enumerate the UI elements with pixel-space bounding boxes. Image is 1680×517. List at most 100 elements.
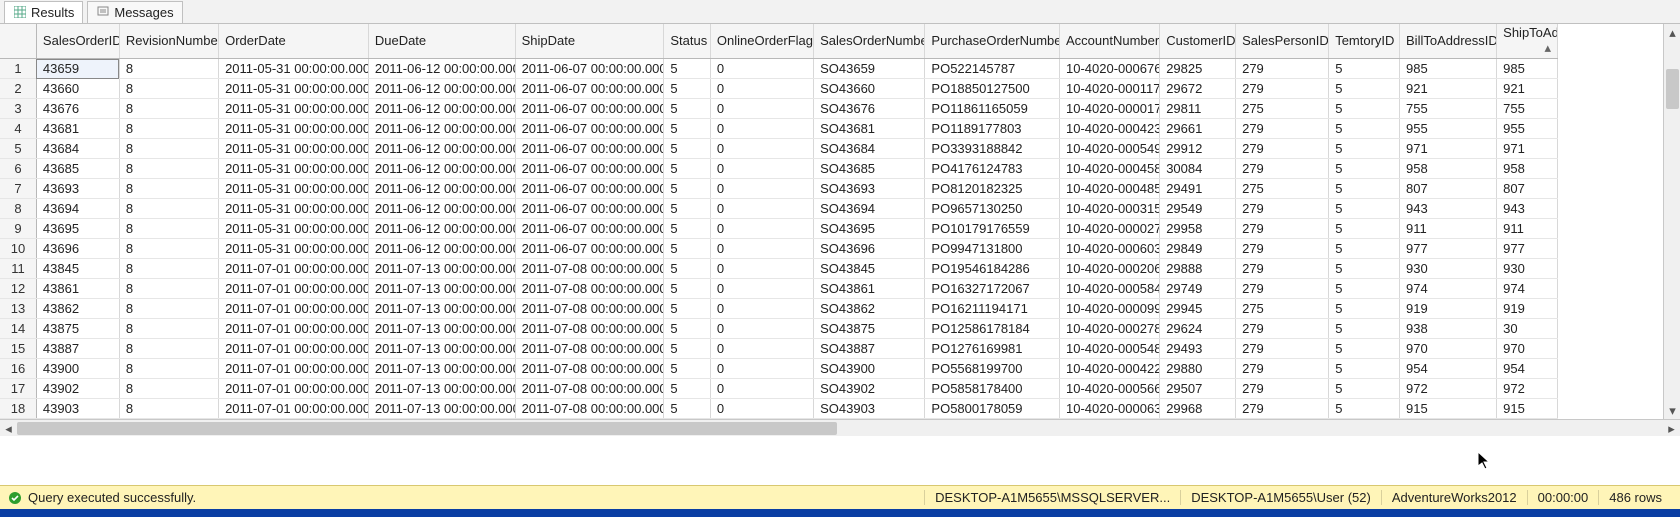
cell-TerritoryID[interactable]: 5 [1329, 79, 1400, 99]
cell-OnlineOrderFlag[interactable]: 0 [710, 219, 813, 239]
cell-SalesOrderNumber[interactable]: SO43676 [814, 99, 925, 119]
cell-DueDate[interactable]: 2011-07-13 00:00:00.000 [368, 399, 515, 419]
cell-DueDate[interactable]: 2011-07-13 00:00:00.000 [368, 299, 515, 319]
cell-RevisionNumber[interactable]: 8 [119, 259, 218, 279]
cell-Status[interactable]: 5 [664, 119, 711, 139]
cell-ShipToAddressID[interactable]: 954 [1497, 359, 1558, 379]
cell-Status[interactable]: 5 [664, 239, 711, 259]
cell-SalesOrderNumber[interactable]: SO43681 [814, 119, 925, 139]
cell-CustomerID[interactable]: 29912 [1160, 139, 1236, 159]
cell-ShipDate[interactable]: 2011-07-08 00:00:00.000 [515, 359, 664, 379]
cell-ShipDate[interactable]: 2011-07-08 00:00:00.000 [515, 259, 664, 279]
cell-OnlineOrderFlag[interactable]: 0 [710, 399, 813, 419]
row-number[interactable]: 3 [0, 99, 36, 119]
cell-TerritoryID[interactable]: 5 [1329, 99, 1400, 119]
cell-SalesOrderID[interactable]: 43659 [36, 59, 119, 79]
cell-BillToAddressID[interactable]: 977 [1400, 239, 1497, 259]
cell-SalesOrderNumber[interactable]: SO43694 [814, 199, 925, 219]
cell-ShipToAddressID[interactable]: 921 [1497, 79, 1558, 99]
cell-OrderDate[interactable]: 2011-05-31 00:00:00.000 [219, 139, 369, 159]
cell-PurchaseOrderNumber[interactable]: PO12586178184 [925, 319, 1060, 339]
cell-CustomerID[interactable]: 29958 [1160, 219, 1236, 239]
cell-OrderDate[interactable]: 2011-05-31 00:00:00.000 [219, 179, 369, 199]
column-header-ShipToAddressID[interactable]: ShipToAd ▴ [1497, 24, 1558, 59]
table-row[interactable]: 144387582011-07-01 00:00:00.0002011-07-1… [0, 319, 1558, 339]
cell-ShipDate[interactable]: 2011-07-08 00:00:00.000 [515, 399, 664, 419]
cell-Status[interactable]: 5 [664, 259, 711, 279]
cell-OrderDate[interactable]: 2011-07-01 00:00:00.000 [219, 299, 369, 319]
cell-SalesOrderID[interactable]: 43694 [36, 199, 119, 219]
table-row[interactable]: 184390382011-07-01 00:00:00.0002011-07-1… [0, 399, 1558, 419]
column-header-ShipDate[interactable]: ShipDate [515, 24, 664, 59]
cell-BillToAddressID[interactable]: 911 [1400, 219, 1497, 239]
cell-OnlineOrderFlag[interactable]: 0 [710, 159, 813, 179]
cell-SalesPersonID[interactable]: 279 [1236, 259, 1329, 279]
cell-TerritoryID[interactable]: 5 [1329, 339, 1400, 359]
cell-OrderDate[interactable]: 2011-05-31 00:00:00.000 [219, 199, 369, 219]
cell-Status[interactable]: 5 [664, 359, 711, 379]
cell-OrderDate[interactable]: 2011-07-01 00:00:00.000 [219, 279, 369, 299]
cell-RevisionNumber[interactable]: 8 [119, 239, 218, 259]
column-header-PurchaseOrderNumber[interactable]: PurchaseOrderNumber [925, 24, 1060, 59]
cell-SalesOrderNumber[interactable]: SO43695 [814, 219, 925, 239]
cell-CustomerID[interactable]: 29491 [1160, 179, 1236, 199]
row-number[interactable]: 18 [0, 399, 36, 419]
cell-SalesPersonID[interactable]: 279 [1236, 219, 1329, 239]
cell-BillToAddressID[interactable]: 955 [1400, 119, 1497, 139]
cell-Status[interactable]: 5 [664, 59, 711, 79]
cell-AccountNumber[interactable]: 10-4020-000027 [1060, 219, 1160, 239]
cell-SalesOrderNumber[interactable]: SO43660 [814, 79, 925, 99]
cell-AccountNumber[interactable]: 10-4020-000315 [1060, 199, 1160, 219]
cell-DueDate[interactable]: 2011-07-13 00:00:00.000 [368, 279, 515, 299]
cell-AccountNumber[interactable]: 10-4020-000603 [1060, 239, 1160, 259]
cell-RevisionNumber[interactable]: 8 [119, 319, 218, 339]
cell-BillToAddressID[interactable]: 972 [1400, 379, 1497, 399]
cell-RevisionNumber[interactable]: 8 [119, 119, 218, 139]
cell-SalesPersonID[interactable]: 279 [1236, 59, 1329, 79]
cell-OrderDate[interactable]: 2011-05-31 00:00:00.000 [219, 159, 369, 179]
cell-PurchaseOrderNumber[interactable]: PO522145787 [925, 59, 1060, 79]
cell-SalesOrderID[interactable]: 43676 [36, 99, 119, 119]
row-number[interactable]: 4 [0, 119, 36, 139]
cell-ShipDate[interactable]: 2011-06-07 00:00:00.000 [515, 159, 664, 179]
cell-RevisionNumber[interactable]: 8 [119, 99, 218, 119]
cell-DueDate[interactable]: 2011-06-12 00:00:00.000 [368, 59, 515, 79]
cell-SalesPersonID[interactable]: 279 [1236, 199, 1329, 219]
cell-OrderDate[interactable]: 2011-07-01 00:00:00.000 [219, 379, 369, 399]
column-header-RevisionNumber[interactable]: RevisionNumber [119, 24, 218, 59]
row-number[interactable]: 1 [0, 59, 36, 79]
cell-CustomerID[interactable]: 29968 [1160, 399, 1236, 419]
table-row[interactable]: 24366082011-05-31 00:00:00.0002011-06-12… [0, 79, 1558, 99]
cell-RevisionNumber[interactable]: 8 [119, 279, 218, 299]
cell-ShipToAddressID[interactable]: 955 [1497, 119, 1558, 139]
cell-SalesPersonID[interactable]: 279 [1236, 379, 1329, 399]
row-number[interactable]: 6 [0, 159, 36, 179]
cell-OnlineOrderFlag[interactable]: 0 [710, 199, 813, 219]
cell-ShipToAddressID[interactable]: 971 [1497, 139, 1558, 159]
cell-OnlineOrderFlag[interactable]: 0 [710, 279, 813, 299]
cell-PurchaseOrderNumber[interactable]: PO18850127500 [925, 79, 1060, 99]
cell-ShipToAddressID[interactable]: 970 [1497, 339, 1558, 359]
cell-OnlineOrderFlag[interactable]: 0 [710, 319, 813, 339]
cell-SalesOrderID[interactable]: 43695 [36, 219, 119, 239]
cell-SalesPersonID[interactable]: 279 [1236, 119, 1329, 139]
cell-RevisionNumber[interactable]: 8 [119, 79, 218, 99]
cell-RevisionNumber[interactable]: 8 [119, 199, 218, 219]
table-row[interactable]: 164390082011-07-01 00:00:00.0002011-07-1… [0, 359, 1558, 379]
cell-TerritoryID[interactable]: 5 [1329, 359, 1400, 379]
results-grid[interactable]: SalesOrderIDRevisionNumberOrderDateDueDa… [0, 24, 1680, 419]
cell-OnlineOrderFlag[interactable]: 0 [710, 259, 813, 279]
cell-AccountNumber[interactable]: 10-4020-000423 [1060, 119, 1160, 139]
cell-PurchaseOrderNumber[interactable]: PO11861165059 [925, 99, 1060, 119]
cell-BillToAddressID[interactable]: 971 [1400, 139, 1497, 159]
column-header-SalesOrderID[interactable]: SalesOrderID [36, 24, 119, 59]
cell-OnlineOrderFlag[interactable]: 0 [710, 139, 813, 159]
cell-OrderDate[interactable]: 2011-05-31 00:00:00.000 [219, 239, 369, 259]
cell-OnlineOrderFlag[interactable]: 0 [710, 239, 813, 259]
cell-ShipDate[interactable]: 2011-06-07 00:00:00.000 [515, 59, 664, 79]
cell-AccountNumber[interactable]: 10-4020-000206 [1060, 259, 1160, 279]
cell-OnlineOrderFlag[interactable]: 0 [710, 79, 813, 99]
cell-ShipDate[interactable]: 2011-06-07 00:00:00.000 [515, 219, 664, 239]
cell-ShipToAddressID[interactable]: 807 [1497, 179, 1558, 199]
cell-AccountNumber[interactable]: 10-4020-000676 [1060, 59, 1160, 79]
